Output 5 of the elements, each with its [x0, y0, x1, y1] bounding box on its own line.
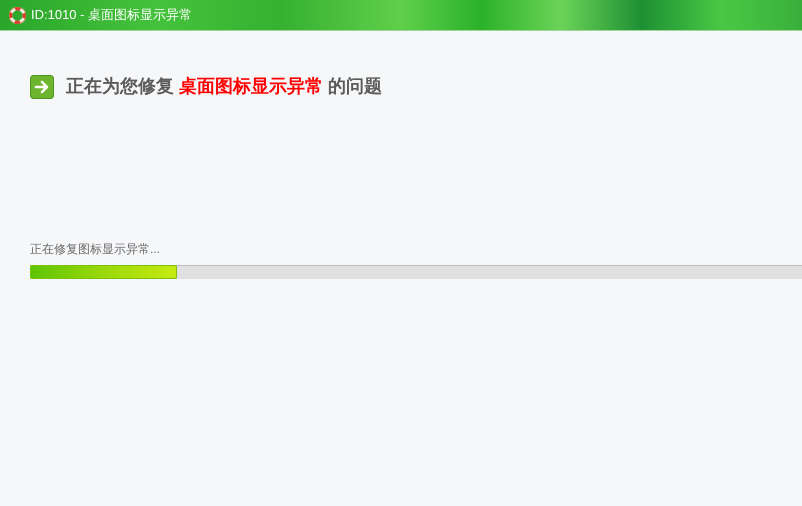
heading: 正在为您修复 桌面图标显示异常 的问题	[66, 75, 382, 98]
arrow-right-icon	[30, 74, 54, 98]
progress-status: 正在修复图标显示异常...	[30, 241, 162, 258]
window-title: ID:1010 - 桌面图标显示异常	[31, 6, 192, 24]
lifebuoy-icon	[9, 6, 26, 24]
